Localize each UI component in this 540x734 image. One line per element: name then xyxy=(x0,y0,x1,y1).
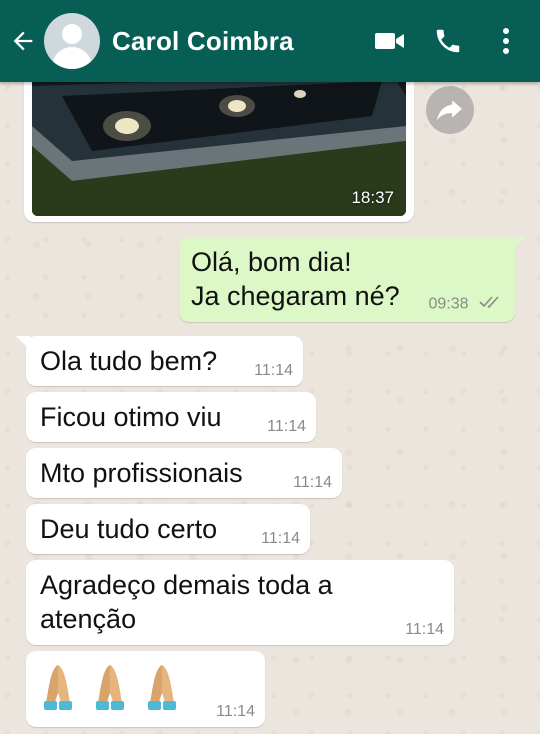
message-time: 09:38 xyxy=(428,295,469,313)
incoming-message[interactable]: Deu tudo certo 11:14 xyxy=(26,504,310,554)
back-arrow-icon[interactable] xyxy=(6,24,40,58)
read-receipt-icon xyxy=(479,295,503,314)
message-text: Mto profissionais xyxy=(40,458,243,488)
message-text: Deu tudo certo xyxy=(40,514,218,544)
media-message[interactable]: 18:37 xyxy=(24,62,414,222)
message-time: 11:14 xyxy=(405,621,444,638)
avatar[interactable] xyxy=(44,13,100,69)
message-text: Ficou otimo viu xyxy=(40,402,222,432)
incoming-message[interactable]: Ola tudo bem? 11:14 xyxy=(16,336,303,386)
forward-icon xyxy=(437,100,462,121)
phone-icon[interactable] xyxy=(428,21,468,61)
message-time: 11:14 xyxy=(261,530,300,547)
message-line: atenção xyxy=(40,604,137,634)
message-line: Olá, bom dia! xyxy=(191,247,352,277)
forward-button[interactable] xyxy=(426,86,474,134)
chat-header: Carol Coimbra xyxy=(0,0,540,82)
message-text: Ola tudo bem? xyxy=(40,346,218,376)
more-vert-icon[interactable] xyxy=(486,21,526,61)
folded-hands-icon xyxy=(96,665,124,710)
message-line: Ja chegaram né? xyxy=(191,281,400,311)
folded-hands-icon xyxy=(148,665,176,710)
message-time: 11:14 xyxy=(216,703,255,720)
message-time: 18:37 xyxy=(351,188,394,207)
contact-name[interactable]: Carol Coimbra xyxy=(112,26,370,57)
message-time: 11:14 xyxy=(254,362,293,379)
incoming-message[interactable]: Mto profissionais 11:14 xyxy=(26,448,342,498)
incoming-message[interactable]: Ficou otimo viu 11:14 xyxy=(26,392,316,442)
video-call-icon[interactable] xyxy=(370,21,410,61)
folded-hands-icon xyxy=(44,665,72,710)
incoming-message[interactable]: 11:14 xyxy=(26,651,265,727)
message-time: 11:14 xyxy=(267,418,306,435)
pool-photo[interactable]: 18:37 xyxy=(32,66,406,216)
incoming-message[interactable]: Agradeço demais toda a atenção 11:14 xyxy=(26,560,454,645)
outgoing-message[interactable]: Olá, bom dia! Ja chegaram né? 09:38 xyxy=(179,237,525,322)
message-line: Agradeço demais toda a xyxy=(40,570,333,600)
message-time: 11:14 xyxy=(293,474,332,491)
